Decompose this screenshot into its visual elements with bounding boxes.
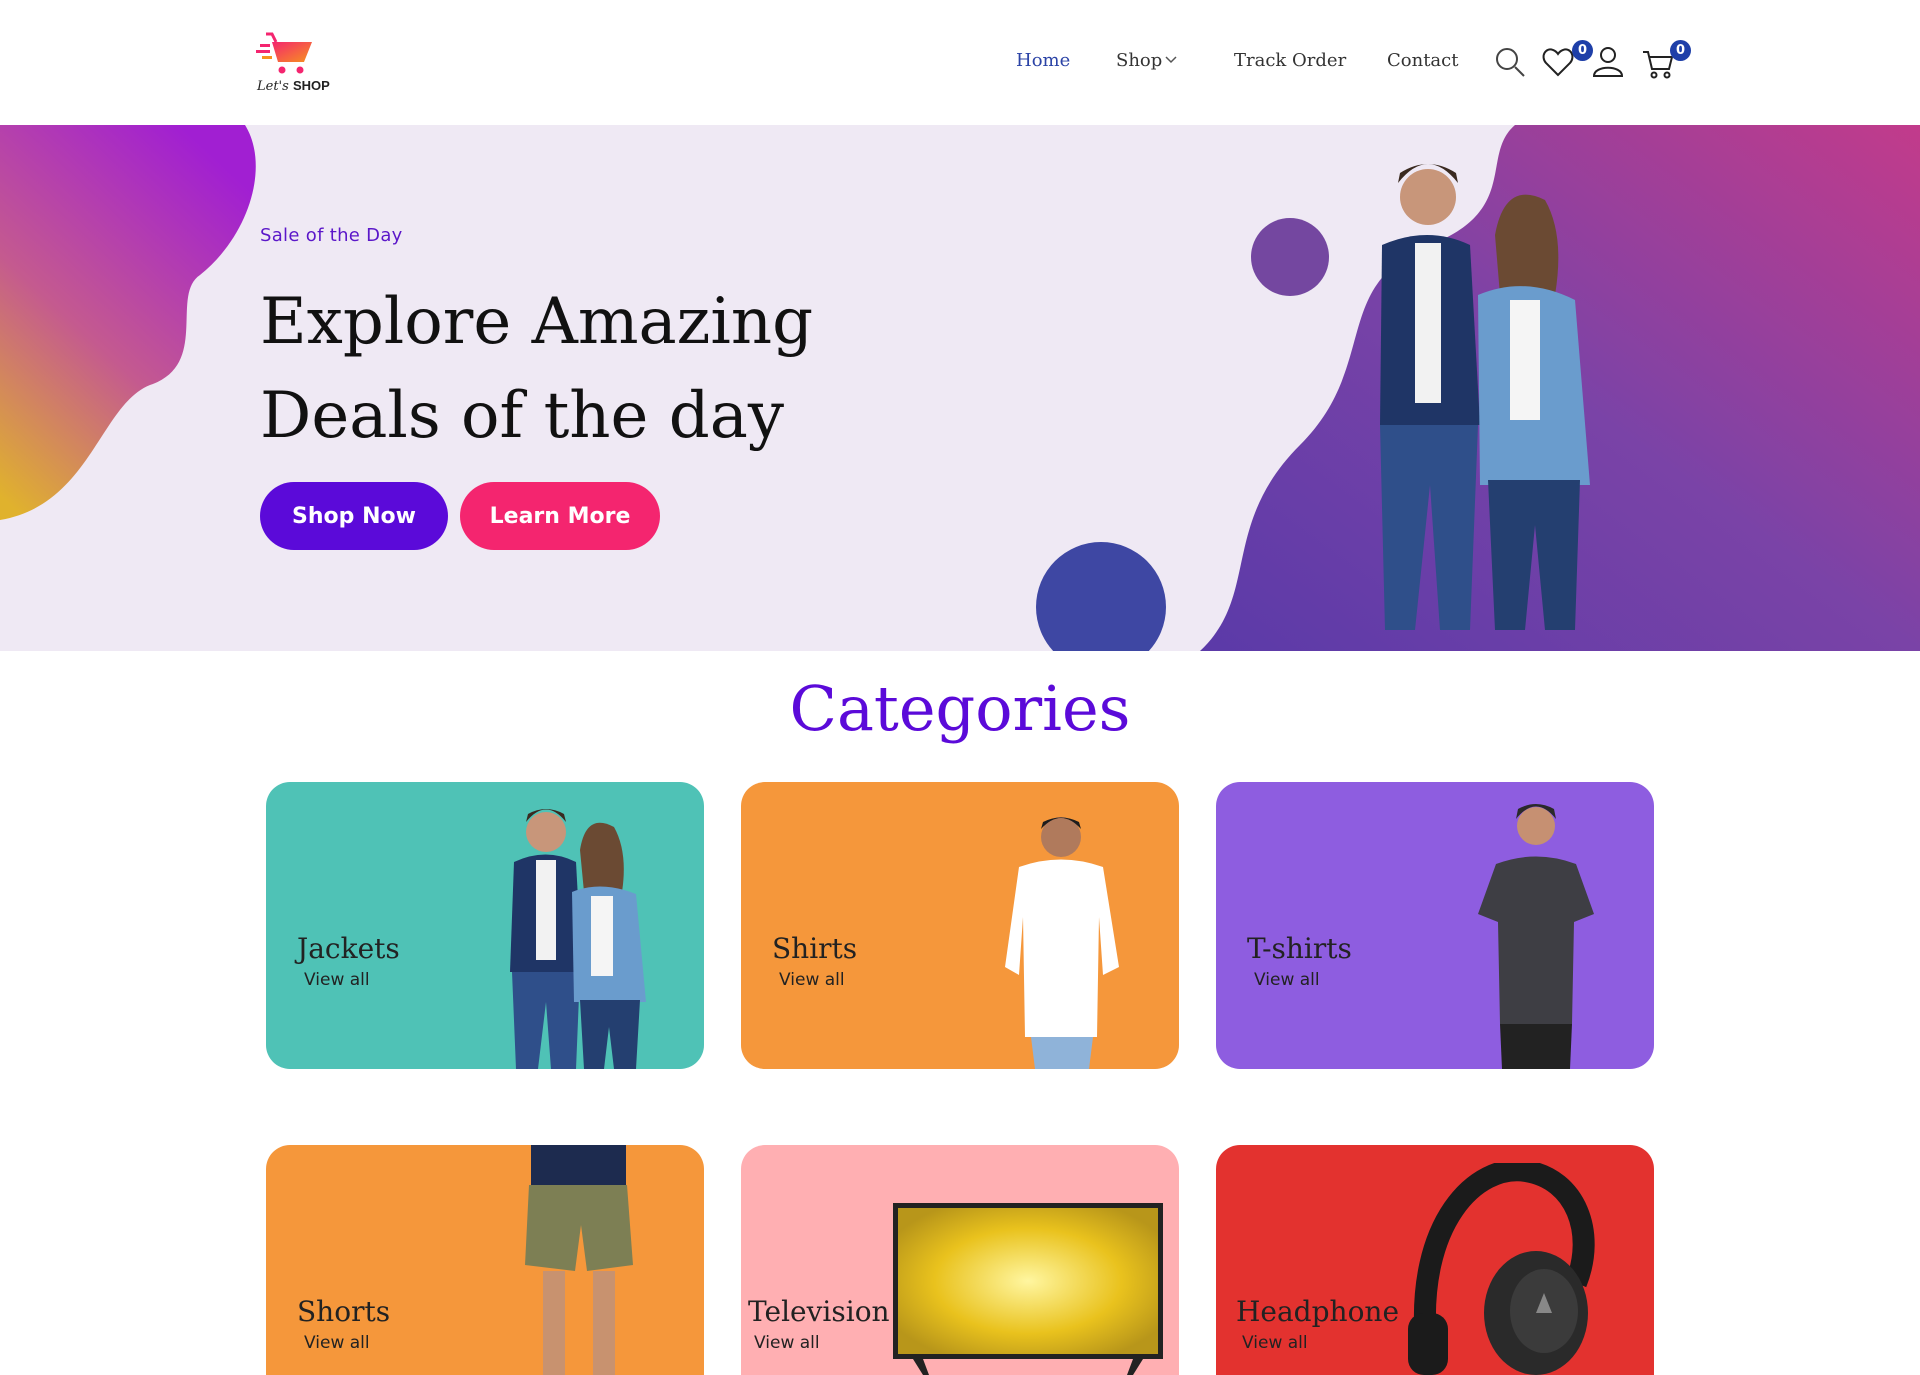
category-name: Headphone bbox=[1236, 1295, 1400, 1328]
logo-text: Let's SHOP bbox=[257, 78, 330, 94]
user-icon[interactable] bbox=[1592, 45, 1624, 82]
logo[interactable]: Let's SHOP bbox=[254, 28, 334, 98]
view-all-link[interactable]: View all bbox=[304, 1333, 370, 1353]
jackets-image bbox=[510, 809, 646, 1069]
hero-eyebrow: Sale of the Day bbox=[260, 225, 403, 246]
view-all-link[interactable]: View all bbox=[754, 1333, 820, 1353]
nav-shop[interactable]: Shop bbox=[1116, 50, 1162, 71]
shorts-image bbox=[525, 1145, 633, 1375]
headphone-image bbox=[1408, 1163, 1595, 1375]
chevron-down-icon[interactable] bbox=[1164, 52, 1178, 71]
nav-contact[interactable]: Contact bbox=[1387, 50, 1458, 71]
view-all-link[interactable]: View all bbox=[1254, 970, 1320, 990]
tshirts-image bbox=[1478, 804, 1594, 1069]
category-name: Television bbox=[748, 1295, 890, 1328]
cart-logo-icon bbox=[256, 32, 312, 74]
view-all-link[interactable]: View all bbox=[304, 970, 370, 990]
view-all-link[interactable]: View all bbox=[779, 970, 845, 990]
hero-right-art bbox=[1036, 125, 1920, 651]
learn-more-button[interactable]: Learn More bbox=[460, 482, 660, 550]
category-card-shorts[interactable]: Shorts View all bbox=[266, 1145, 704, 1375]
hero-banner: Sale of the Day Explore Amazing Deals of… bbox=[0, 125, 1920, 651]
category-card-tshirts[interactable]: T-shirts View all bbox=[1216, 782, 1654, 1069]
nav-home[interactable]: Home bbox=[1016, 50, 1070, 71]
category-name: Shirts bbox=[772, 932, 858, 965]
search-icon[interactable] bbox=[1494, 46, 1526, 83]
television-image bbox=[893, 1203, 1163, 1375]
site-header: Let's SHOP Home Shop Track Order Contact… bbox=[0, 0, 1920, 125]
nav-track-order[interactable]: Track Order bbox=[1234, 50, 1346, 71]
hero-title: Explore Amazing Deals of the day bbox=[260, 275, 813, 463]
category-card-headphone[interactable]: Headphone View all bbox=[1216, 1145, 1654, 1375]
logo-script: Let's bbox=[257, 79, 289, 94]
category-name: Jackets bbox=[297, 932, 400, 965]
category-name: T-shirts bbox=[1247, 932, 1352, 965]
category-name: Shorts bbox=[297, 1295, 391, 1328]
shirts-image bbox=[1005, 817, 1119, 1069]
category-card-shirts[interactable]: Shirts View all bbox=[741, 782, 1179, 1069]
category-card-television[interactable]: Television View all bbox=[741, 1145, 1179, 1375]
logo-bold: SHOP bbox=[292, 78, 330, 93]
categories-heading: Categories bbox=[789, 672, 1131, 745]
heart-icon[interactable] bbox=[1542, 47, 1574, 82]
cart-icon[interactable] bbox=[1642, 49, 1674, 84]
hero-title-line2: Deals of the day bbox=[260, 379, 784, 453]
hero-left-blob bbox=[0, 125, 256, 520]
cart-count-badge: 0 bbox=[1670, 40, 1691, 61]
shop-now-button[interactable]: Shop Now bbox=[260, 482, 448, 550]
category-card-jackets[interactable]: Jackets View all bbox=[266, 782, 704, 1069]
view-all-link[interactable]: View all bbox=[1242, 1333, 1308, 1353]
wishlist-count-badge: 0 bbox=[1572, 40, 1593, 61]
hero-title-line1: Explore Amazing bbox=[260, 285, 814, 359]
